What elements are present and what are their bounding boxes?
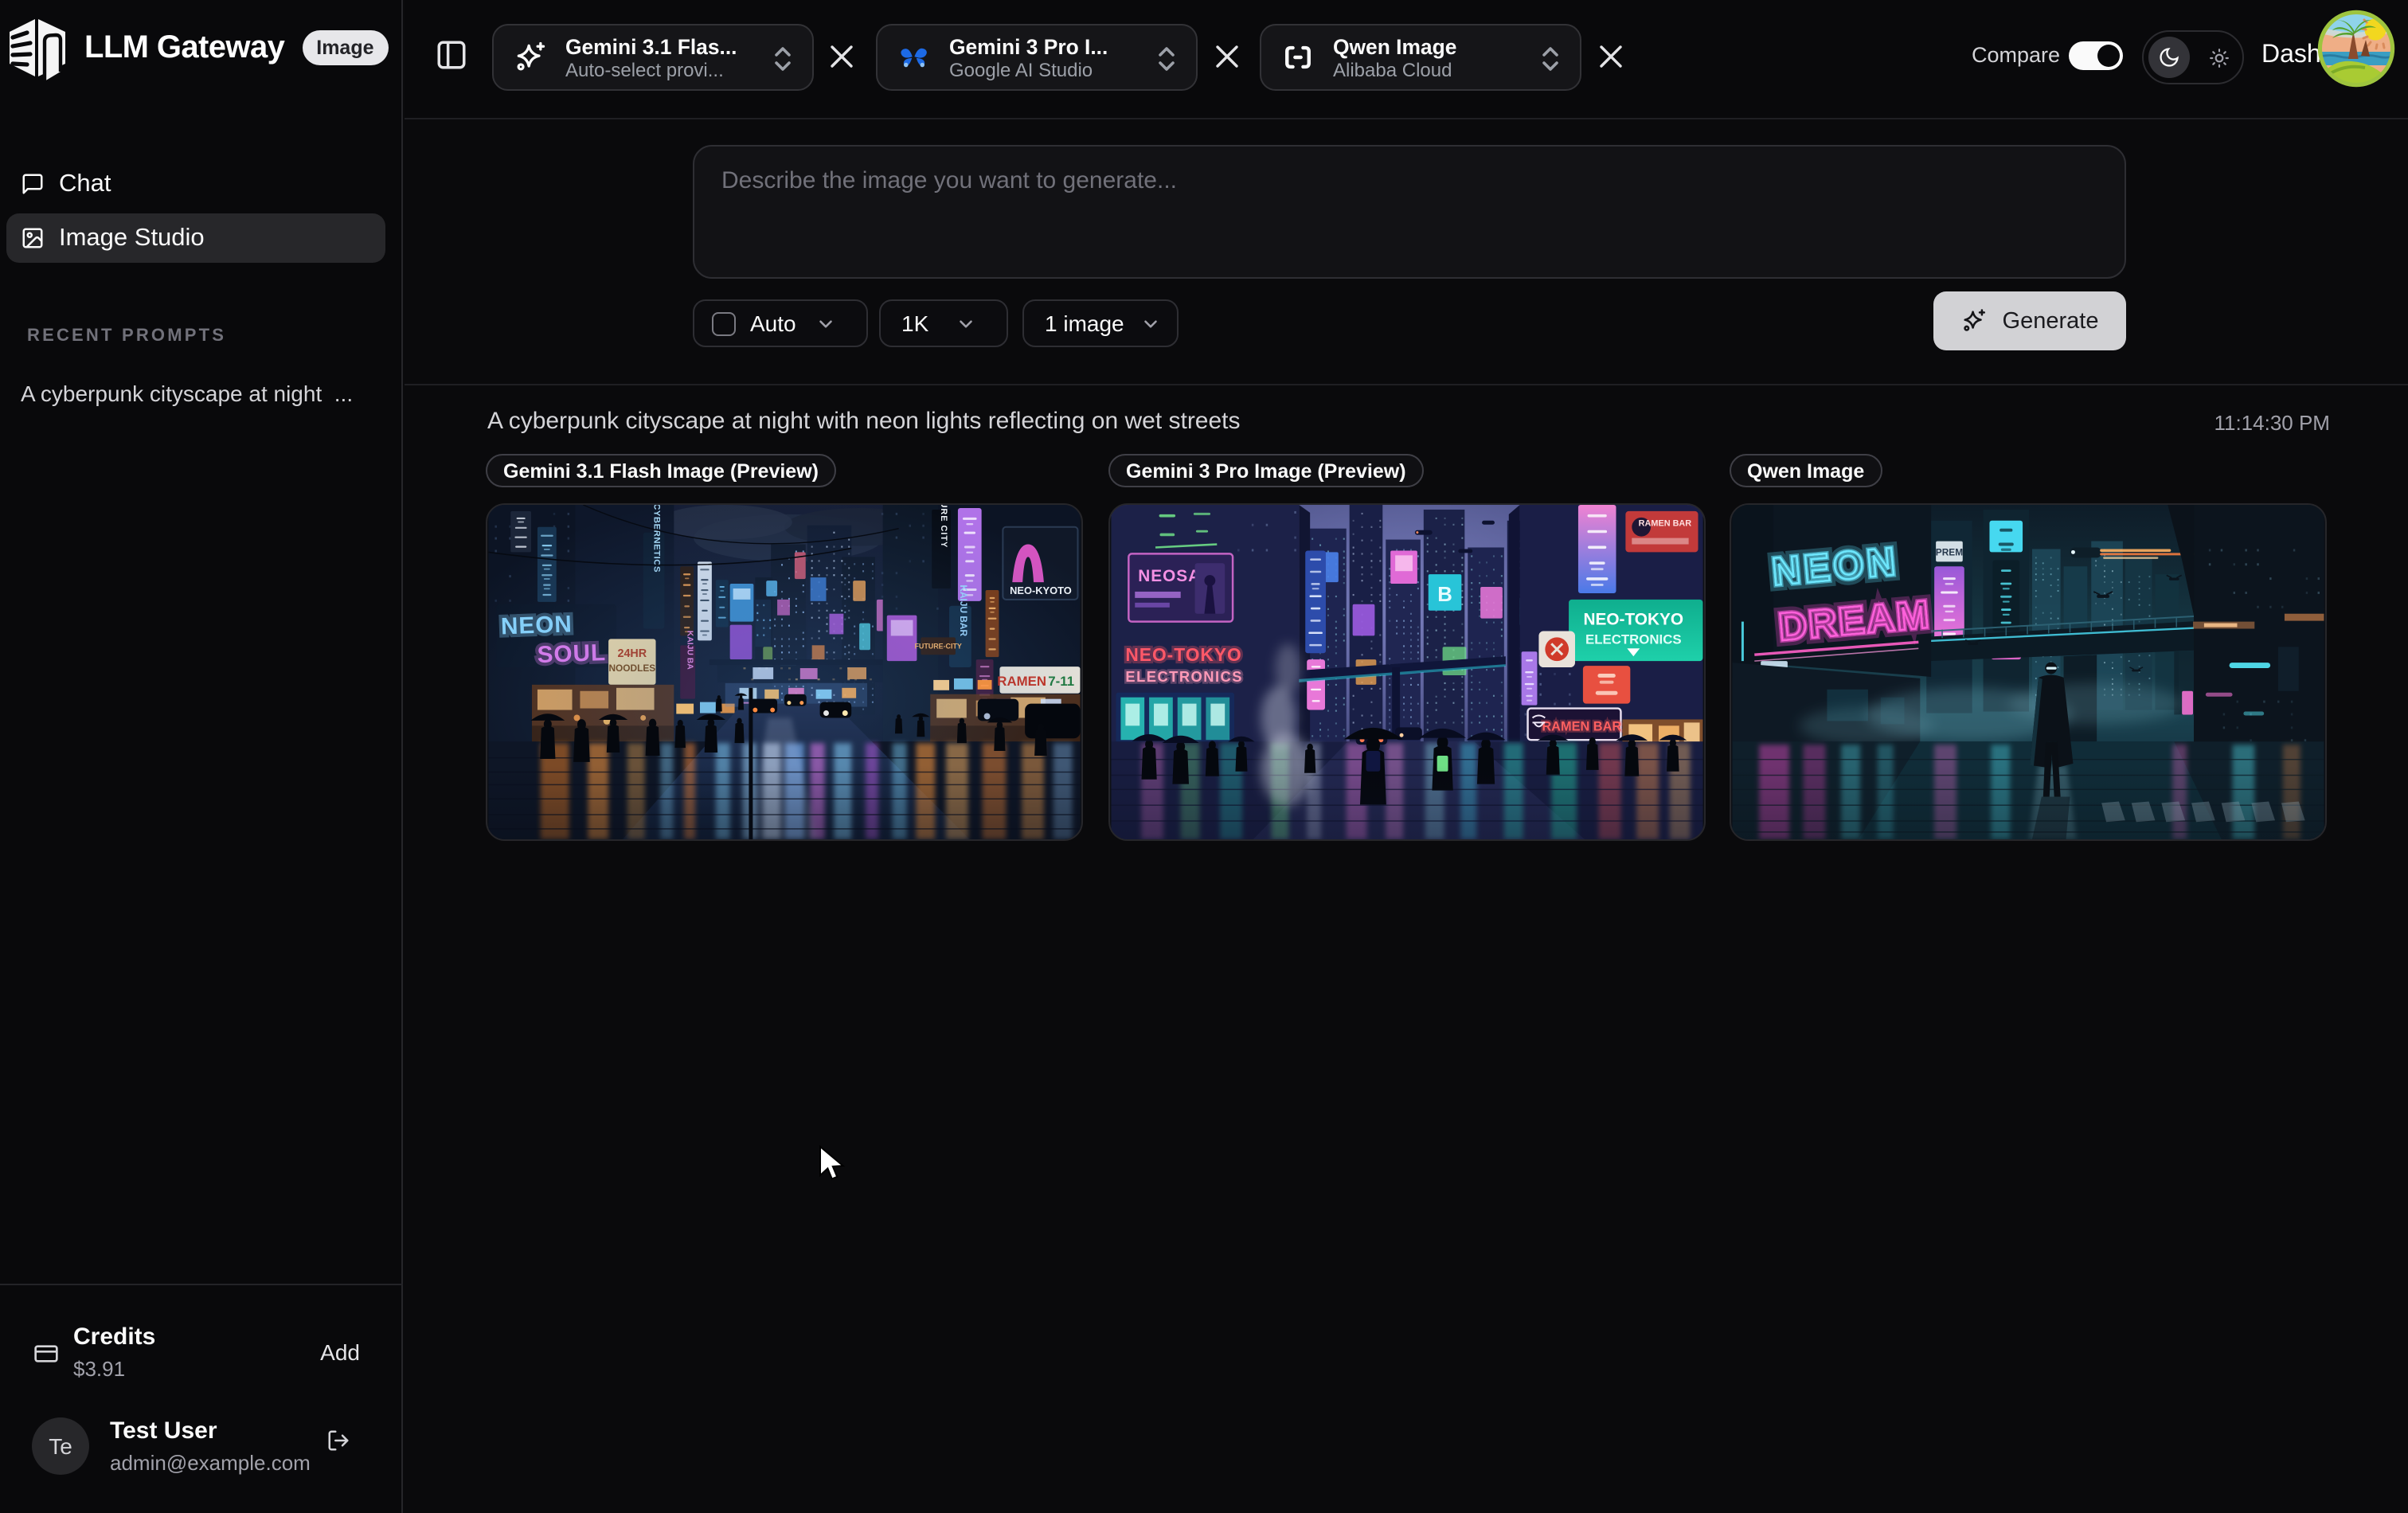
svg-text:PREM: PREM [1936,546,1963,557]
svg-text:NEO-TOKYO: NEO-TOKYO [1125,644,1241,665]
svg-text:NEO-TOKYO: NEO-TOKYO [1584,611,1684,629]
svg-text:RAMEN BAR: RAMEN BAR [1639,519,1692,529]
svg-text:B: B [1437,584,1452,606]
svg-text:ELECTRONICS: ELECTRONICS [1125,668,1243,685]
svg-text:ELECTRONICS: ELECTRONICS [1585,631,1682,647]
svg-text:RAMEN BAR: RAMEN BAR [1542,719,1621,733]
